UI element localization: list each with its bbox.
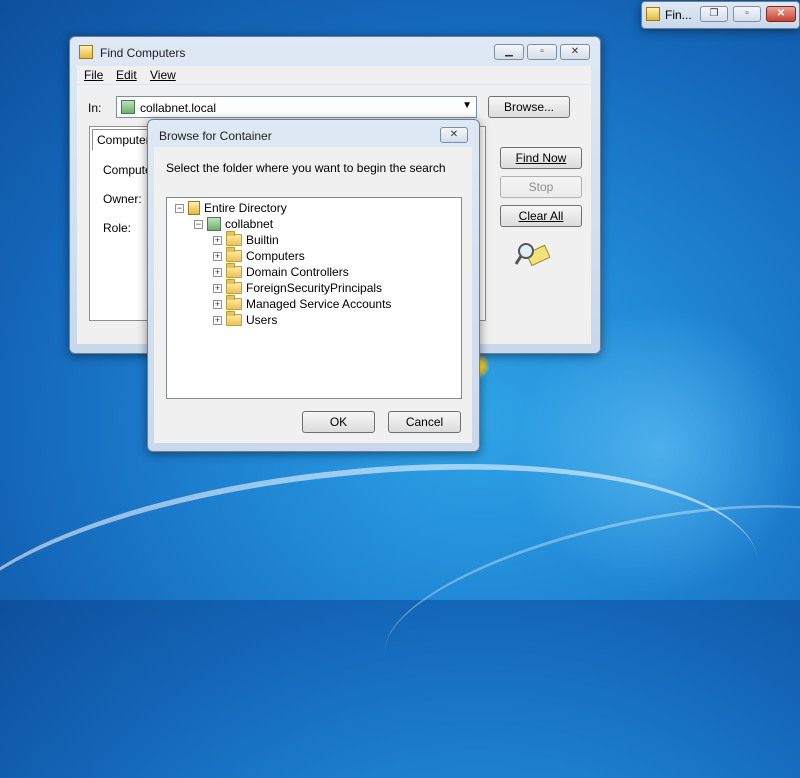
close-button[interactable]: ✕ [766, 6, 796, 22]
role-label: Role: [103, 221, 132, 235]
cancel-button[interactable]: Cancel [388, 411, 461, 433]
close-button[interactable]: ✕ [440, 127, 468, 143]
clear-all-button[interactable]: Clear All [500, 205, 582, 227]
expand-icon[interactable]: + [213, 251, 222, 261]
collapse-icon[interactable]: − [194, 219, 203, 229]
in-label: In: [88, 101, 102, 115]
menu-view[interactable]: View [150, 68, 176, 82]
window-title: Find Computers [100, 46, 186, 60]
title-bar[interactable]: Find Computers ▁ ▫ ✕ [70, 37, 600, 65]
minimized-find-window[interactable]: Fin... ❐ ▫ ✕ [641, 1, 800, 29]
minimized-window-title: Fin... [665, 8, 692, 22]
folder-icon [226, 279, 242, 294]
restore-button[interactable]: ❐ [700, 6, 728, 22]
minimize-button[interactable]: ▁ [494, 44, 524, 60]
minimize-icon: ▁ [505, 46, 513, 57]
domain-icon [207, 217, 221, 231]
tree-node-computers[interactable]: + Computers [213, 247, 305, 264]
tree-node-builtin[interactable]: + Builtin [213, 231, 279, 248]
ok-button[interactable]: OK [302, 411, 375, 433]
folder-icon [226, 231, 242, 246]
instruction-text: Select the folder where you want to begi… [166, 161, 446, 175]
tab-computers[interactable]: Computers [92, 129, 156, 150]
domain-icon [121, 100, 135, 114]
close-icon: ✕ [449, 129, 459, 140]
maximize-button[interactable]: ▫ [527, 44, 557, 60]
menu-file[interactable]: File [84, 68, 103, 82]
ou-folder-icon [226, 263, 242, 278]
find-icon [79, 45, 93, 59]
restore-icon: ❐ [709, 8, 719, 19]
stop-button[interactable]: Stop [500, 176, 582, 198]
expand-icon[interactable]: + [213, 315, 222, 325]
maximize-button[interactable]: ▫ [733, 6, 761, 22]
computer-name-label: Compute [103, 163, 152, 177]
menu-edit[interactable]: Edit [116, 68, 137, 82]
directory-icon [188, 201, 200, 215]
expand-icon[interactable]: + [213, 235, 222, 245]
folder-icon [226, 311, 242, 326]
tree-node-foreign-security-principals[interactable]: + ForeignSecurityPrincipals [213, 279, 382, 296]
maximize-icon: ▫ [745, 8, 749, 19]
chevron-down-icon: ▼ [462, 100, 472, 111]
dialog-title: Browse for Container [159, 129, 272, 143]
tree-node-users[interactable]: + Users [213, 311, 277, 328]
find-now-button[interactable]: Find Now [500, 147, 582, 169]
browse-button[interactable]: Browse... [488, 96, 570, 118]
tree-node-collabnet[interactable]: − collabnet [194, 216, 273, 232]
dialog-client-area: Select the folder where you want to begi… [154, 147, 472, 443]
expand-icon[interactable]: + [213, 267, 222, 277]
browse-for-container-dialog: Browse for Container ✕ Select the folder… [147, 119, 480, 452]
folder-icon [226, 295, 242, 310]
collapse-icon[interactable]: − [175, 203, 184, 213]
owner-label: Owner: [103, 192, 142, 206]
tree-node-entire-directory[interactable]: − Entire Directory [175, 200, 287, 216]
menu-bar: File Edit View [77, 66, 591, 84]
maximize-icon: ▫ [540, 46, 544, 57]
folder-icon [226, 247, 242, 262]
tree-node-managed-service-accounts[interactable]: + Managed Service Accounts [213, 295, 391, 312]
tree-node-domain-controllers[interactable]: + Domain Controllers [213, 263, 349, 280]
expand-icon[interactable]: + [213, 283, 222, 293]
close-icon: ✕ [570, 46, 580, 57]
search-magnifier-icon [514, 243, 550, 267]
find-icon [646, 7, 660, 21]
in-dropdown[interactable]: collabnet.local ▼ [116, 96, 477, 118]
close-icon: ✕ [776, 8, 786, 19]
expand-icon[interactable]: + [213, 299, 222, 309]
close-button[interactable]: ✕ [560, 44, 590, 60]
in-value: collabnet.local [140, 101, 217, 115]
container-tree[interactable]: − Entire Directory − collabnet + Builtin… [166, 197, 462, 399]
dialog-title-bar[interactable]: Browse for Container ✕ [148, 120, 479, 148]
